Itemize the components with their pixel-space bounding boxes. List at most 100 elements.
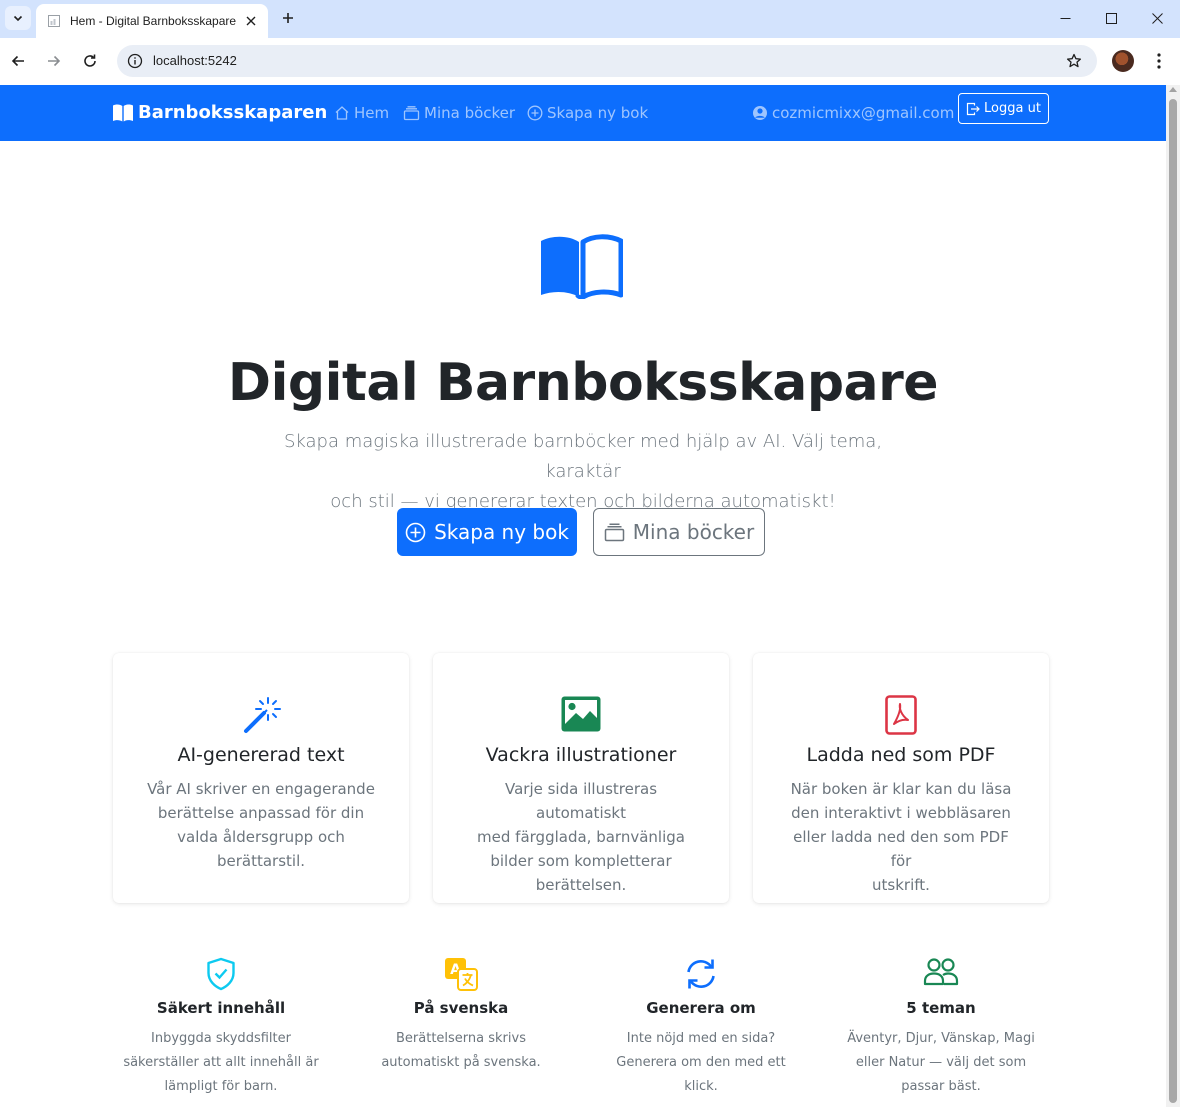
user-email-text: cozmicmixx@gmail.com — [772, 104, 955, 122]
card-text-line: utskrift. — [872, 876, 930, 894]
feature-title: 5 teman — [906, 999, 976, 1017]
card-text-line: med färgglada, barnvänliga — [477, 828, 685, 846]
book-icon — [113, 103, 133, 121]
page-viewport: Barnboksskaparen Hem Mina böcker Skapa n… — [0, 85, 1166, 1107]
logout-button[interactable]: Logga ut — [958, 93, 1049, 124]
people-icon — [831, 957, 1051, 991]
feature-text-line: automatiskt på svenska. — [381, 1055, 541, 1070]
card-title: Vackra illustrationer — [485, 744, 677, 766]
page-title: Digital Barnboksskapare — [227, 353, 939, 413]
my-books-button[interactable]: Mina böcker — [593, 508, 765, 556]
feature-text-line: Inte nöjd med en sida? — [626, 1031, 776, 1046]
card-title: AI-genererad text — [177, 744, 345, 766]
feature-title: Säkert innehåll — [156, 999, 286, 1017]
card-text-line: bilder som kompletterar — [490, 852, 672, 870]
my-books-label: Mina böcker — [632, 520, 755, 544]
shield-check-icon — [111, 957, 331, 991]
nav-link-my-books[interactable]: Mina böcker — [403, 104, 515, 122]
card-text-line: valda åldersgrupp och — [177, 828, 345, 846]
browser-toolbar: localhost:5242 — [0, 38, 1180, 84]
feature-card-illustrations: Vackra illustrationer Varje sida illustr… — [433, 653, 729, 903]
user-account[interactable]: cozmicmixx@gmail.com — [752, 104, 954, 122]
browser-menu-button[interactable] — [1148, 49, 1170, 73]
maximize-icon — [1105, 12, 1117, 24]
page-scrollbar[interactable] — [1166, 85, 1180, 1107]
create-book-label: Skapa ny bok — [434, 520, 569, 544]
feature-text: Inbyggda skyddsfilter säkerställer att a… — [111, 1027, 331, 1099]
feature-title: På svenska — [413, 999, 509, 1017]
logout-label: Logga ut — [984, 101, 1041, 116]
arrow-left-icon — [11, 55, 24, 67]
feature-text-line: Berättelserna skrivs — [396, 1031, 526, 1046]
tab-title: Hem - Digital Barnboksskapare — [70, 14, 237, 28]
card-text-line: berättelse anpassad för din — [157, 804, 365, 822]
forward-button[interactable] — [40, 47, 68, 75]
nav-link-home[interactable]: Hem — [334, 104, 389, 122]
card-text: Vår AI skriver en engagerande berättelse… — [143, 777, 379, 873]
address-bar[interactable]: localhost:5242 — [117, 45, 1097, 77]
reload-button[interactable] — [76, 47, 104, 75]
scroll-thumb[interactable] — [1169, 99, 1177, 1103]
hero-lead: Skapa magiska illustrerade barnböcker me… — [260, 427, 906, 517]
browser-tab-active[interactable]: Hem - Digital Barnboksskapare — [36, 4, 268, 38]
more-vertical-icon — [1157, 53, 1161, 69]
translate-icon: A — [351, 957, 571, 991]
scroll-up-arrow-icon[interactable] — [1169, 87, 1177, 92]
card-text-line: Varje sida illustreras automatiskt — [504, 780, 658, 822]
minimize-icon — [1060, 17, 1070, 19]
nav-link-create-book-label: Skapa ny bok — [547, 104, 649, 122]
feature-text: Inte nöjd med en sida? Generera om den m… — [591, 1027, 811, 1099]
feature-themes: 5 teman Äventyr, Djur, Vänskap, Magi ell… — [831, 957, 1051, 1099]
feature-text-line: Äventyr, Djur, Vänskap, Magi — [847, 1031, 1035, 1046]
collection-icon — [604, 523, 625, 542]
feature-title: Generera om — [646, 999, 756, 1017]
navbar-brand[interactable]: Barnboksskaparen — [112, 102, 327, 123]
person-circle-icon — [753, 106, 767, 120]
plus-icon — [283, 13, 293, 23]
feature-text-line: klick. — [684, 1079, 718, 1094]
card-text-line: Vår AI skriver en engagerande — [147, 780, 375, 798]
refresh-icon — [591, 957, 811, 991]
card-text-line: berättarstil. — [216, 852, 306, 870]
feature-text-line: lämpligt för barn. — [164, 1079, 278, 1094]
image-icon — [433, 695, 729, 733]
minimize-button[interactable] — [1042, 0, 1088, 36]
hero-lead-line: Skapa magiska illustrerade barnböcker me… — [283, 431, 883, 482]
feature-text-line: Generera om den med ett — [616, 1055, 786, 1070]
card-text-line: berättelsen. — [535, 876, 627, 894]
bookmark-star-icon[interactable] — [1063, 50, 1085, 72]
create-book-button[interactable]: Skapa ny bok — [397, 508, 577, 556]
profile-avatar[interactable] — [1112, 50, 1134, 72]
site-navbar: Barnboksskaparen Hem Mina böcker Skapa n… — [0, 85, 1166, 141]
browser-tabstrip: Hem - Digital Barnboksskapare — [0, 0, 1180, 38]
card-title: Ladda ned som PDF — [806, 744, 996, 766]
maximize-button[interactable] — [1088, 0, 1134, 36]
feature-text-line: eller Natur — välj det som — [855, 1055, 1027, 1070]
magic-wand-icon — [113, 695, 409, 735]
nav-link-home-label: Hem — [354, 104, 390, 122]
close-window-button[interactable] — [1134, 0, 1180, 36]
feature-regenerate: Generera om Inte nöjd med en sida? Gener… — [591, 957, 811, 1099]
page-favicon-icon — [46, 13, 62, 29]
feature-card-pdf: Ladda ned som PDF När boken är klar kan … — [753, 653, 1049, 903]
new-tab-button[interactable] — [277, 7, 299, 29]
house-icon — [335, 106, 349, 120]
nav-link-my-books-label: Mina böcker — [424, 104, 516, 122]
card-text-line: den interaktivt i webbläsaren — [791, 804, 1011, 822]
close-tab-icon[interactable] — [242, 12, 260, 30]
site-info-icon[interactable] — [123, 49, 147, 73]
tab-search-button[interactable] — [5, 6, 31, 30]
feature-text-line: säkerställer att allt innehåll är — [123, 1055, 319, 1070]
card-text: Varje sida illustreras automatiskt med f… — [463, 777, 699, 897]
box-arrow-right-icon — [966, 102, 980, 115]
feature-safe-content: Säkert innehåll Inbyggda skyddsfilter sä… — [111, 957, 331, 1099]
collection-icon — [403, 106, 420, 121]
pdf-icon — [753, 695, 1049, 735]
feature-text-line: passar bäst. — [901, 1079, 981, 1094]
feature-text-line: Inbyggda skyddsfilter — [151, 1031, 291, 1046]
arrow-right-icon — [48, 55, 61, 67]
nav-link-create-book[interactable]: Skapa ny bok — [527, 104, 648, 122]
card-text-line: eller ladda ned den som PDF för — [793, 828, 1009, 870]
back-button[interactable] — [4, 47, 32, 75]
feature-text: Äventyr, Djur, Vänskap, Magi eller Natur… — [831, 1027, 1051, 1099]
